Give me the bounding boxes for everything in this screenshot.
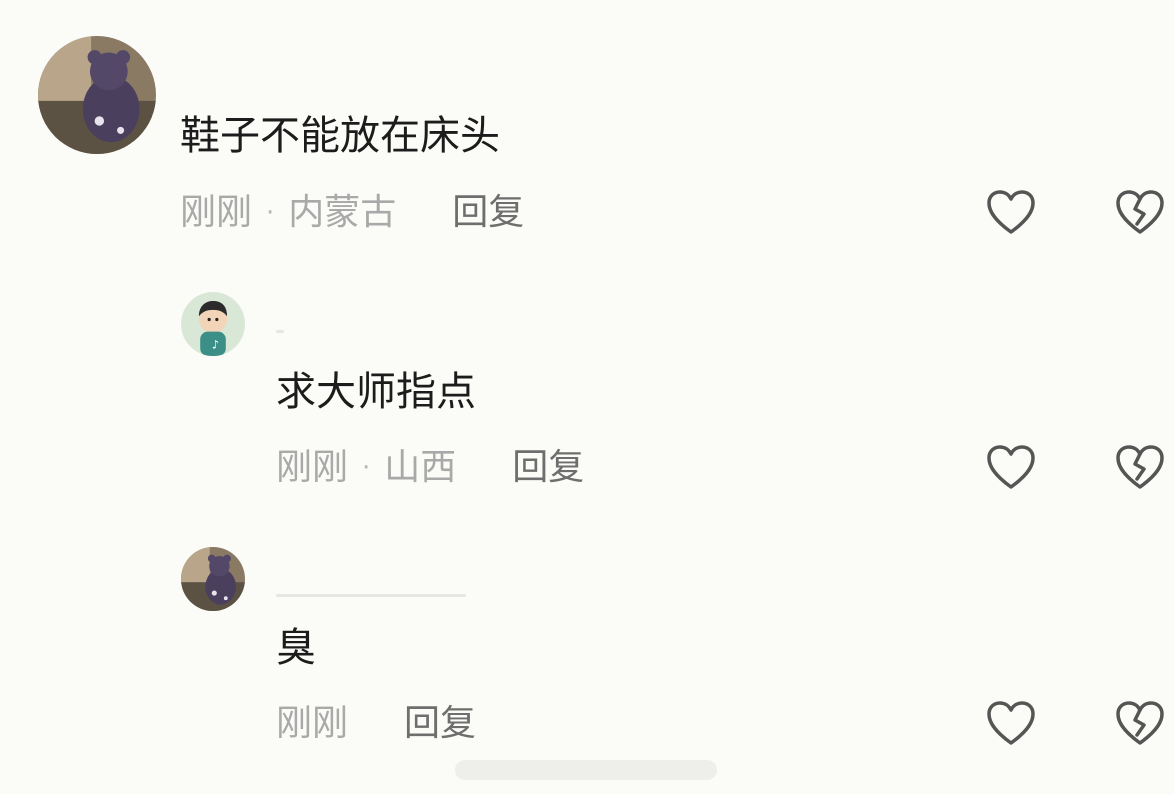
- avatar-image: [38, 36, 156, 154]
- comment-time: 刚刚: [180, 192, 253, 233]
- avatar-image: ♪: [181, 292, 245, 356]
- avatar[interactable]: ♪: [181, 292, 245, 356]
- expand-more-replies-bar[interactable]: [455, 760, 717, 780]
- reply-button[interactable]: 回复: [404, 702, 476, 746]
- username-placeholder: [276, 330, 284, 333]
- heart-outline-icon: [987, 701, 1035, 745]
- like-button[interactable]: [985, 188, 1037, 238]
- avatar[interactable]: [181, 547, 245, 611]
- comment-location: 内蒙古: [288, 192, 397, 233]
- avatar-image: [181, 547, 245, 611]
- dislike-button[interactable]: [1114, 188, 1166, 238]
- heart-outline-icon: [987, 445, 1035, 489]
- broken-heart-icon: [1116, 701, 1164, 745]
- comment-meta: 刚刚 · 内蒙古 回复: [180, 191, 524, 235]
- broken-heart-icon: [1116, 445, 1164, 489]
- comment-text: 臭: [276, 625, 316, 671]
- meta-separator: ·: [362, 453, 371, 483]
- comment-meta: 刚刚 回复: [276, 702, 476, 746]
- comment-text: 鞋子不能放在床头: [180, 113, 500, 159]
- comment-text: 求大师指点: [276, 369, 476, 415]
- dislike-button[interactable]: [1114, 443, 1166, 493]
- broken-heart-icon: [1116, 190, 1164, 234]
- like-button[interactable]: [985, 443, 1037, 493]
- username-placeholder: [276, 594, 466, 597]
- comment-meta: 刚刚 · 山西 回复: [276, 446, 584, 490]
- like-button[interactable]: [985, 699, 1037, 749]
- reply-button[interactable]: 回复: [512, 446, 584, 490]
- svg-text:♪: ♪: [212, 337, 219, 351]
- comment-time: 刚刚: [276, 447, 349, 488]
- dislike-button[interactable]: [1114, 699, 1166, 749]
- meta-separator: ·: [266, 198, 275, 228]
- comment-time: 刚刚: [276, 703, 349, 744]
- reply-button[interactable]: 回复: [452, 191, 524, 235]
- heart-outline-icon: [987, 190, 1035, 234]
- avatar[interactable]: [38, 36, 156, 154]
- comment-location: 山西: [384, 447, 457, 488]
